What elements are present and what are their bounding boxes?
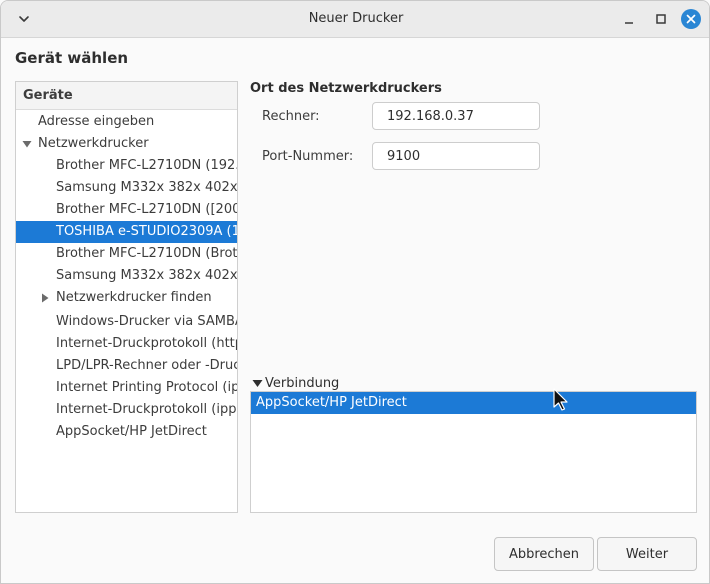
connection-label: Verbindung: [265, 376, 340, 391]
close-icon[interactable]: [681, 9, 701, 29]
tree-item[interactable]: Internet Printing Protocol (ipps): [16, 377, 237, 399]
cancel-button[interactable]: Abbrechen: [494, 537, 594, 571]
cancel-button-label: Abbrechen: [508, 547, 580, 562]
tree-item-label: Brother MFC-L2710DN ([2003:e1:d72b:2e00:…: [56, 202, 237, 217]
tree-item-label: Adresse eingeben: [38, 114, 155, 129]
tree-item[interactable]: Internet-Druckprotokoll (https): [16, 333, 237, 355]
tree-item[interactable]: Adresse eingeben: [16, 111, 237, 133]
tree-item-label: Netzwerkdrucker finden: [56, 290, 212, 305]
connection-item-label: AppSocket/HP JetDirect: [256, 395, 407, 410]
tree-item[interactable]: Samsung M332x 382x 402x (192.168.0.37): [16, 177, 237, 199]
tree-item-label: LPD/LPR-Rechner oder -Drucker: [56, 358, 237, 373]
tree-item-label: Windows-Drucker via SAMBA: [56, 314, 237, 329]
tree-item-label: AppSocket/HP JetDirect: [56, 424, 207, 439]
tree-item-label: Internet-Druckprotokoll (ipp): [56, 402, 237, 417]
new-printer-dialog: Neuer Drucker Gerät wählen Geräte Adress…: [0, 0, 710, 584]
tree-item-label: Internet-Druckprotokoll (https): [56, 336, 237, 351]
host-input-value: 192.168.0.37: [387, 109, 474, 124]
tree-item[interactable]: Brother MFC-L2710DN (192.168.0.37): [16, 155, 237, 177]
tree-item-label: Samsung M332x 382x 402x (SEC0000000000): [56, 268, 237, 283]
triangle-down-icon: [252, 380, 263, 387]
triangle-right-icon[interactable]: [40, 293, 50, 303]
tree-item[interactable]: TOSHIBA e-STUDIO2309A (192.168.0.37): [16, 221, 237, 243]
titlebar: Neuer Drucker: [1, 1, 709, 38]
next-button-label: Weiter: [625, 547, 669, 562]
port-input-value: 9100: [387, 149, 421, 164]
tree-item[interactable]: LPD/LPR-Rechner oder -Drucker: [16, 355, 237, 377]
minimize-icon[interactable]: [619, 9, 639, 29]
tree-item[interactable]: Windows-Drucker via SAMBA: [16, 311, 237, 333]
tree-item[interactable]: Internet-Druckprotokoll (ipp): [16, 399, 237, 421]
host-label: Rechner:: [262, 109, 320, 124]
mouse-pointer-icon: [552, 388, 570, 412]
tree-item[interactable]: AppSocket/HP JetDirect: [16, 421, 237, 443]
window-title: Neuer Drucker: [308, 11, 404, 26]
host-input[interactable]: 192.168.0.37: [372, 102, 540, 130]
port-input[interactable]: 9100: [372, 142, 540, 170]
tree-item[interactable]: Samsung M332x 382x 402x (SEC0000000000): [16, 265, 237, 287]
device-list[interactable]: Geräte Adresse eingeben Netzwerkdrucker Br…: [15, 81, 238, 513]
next-button[interactable]: Weiter: [597, 537, 697, 571]
tree-item[interactable]: Brother MFC-L2710DN ([2003:e1:d72b:2e00:…: [16, 199, 237, 221]
device-list-header-label: Geräte: [23, 88, 73, 103]
port-label: Port-Nummer:: [262, 149, 354, 164]
tree-group[interactable]: Netzwerkdrucker: [16, 133, 237, 155]
triangle-down-icon[interactable]: [22, 139, 32, 149]
tree-group[interactable]: Netzwerkdrucker finden: [16, 287, 237, 309]
tree-item-label: Samsung M332x 382x 402x (192.168.0.37): [56, 180, 237, 195]
tree-item-label: TOSHIBA e-STUDIO2309A (192.168.0.37): [56, 224, 237, 239]
dialog-title: Gerät wählen: [15, 49, 129, 67]
tree-item-label: Netzwerkdrucker: [38, 136, 149, 151]
tree-item-label: Internet Printing Protocol (ipps): [56, 380, 237, 395]
connection-item[interactable]: AppSocket/HP JetDirect: [251, 392, 696, 414]
device-list-header[interactable]: Geräte: [16, 82, 237, 110]
tree-item-label: Brother MFC-L2710DN (Brother MFC-L2710DN…: [56, 246, 237, 261]
network-printer-heading: Ort des Netzwerkdruckers: [250, 81, 442, 96]
tree-item[interactable]: Brother MFC-L2710DN (Brother MFC-L2710DN…: [16, 243, 237, 265]
connection-list[interactable]: AppSocket/HP JetDirect: [250, 391, 697, 513]
tree-item-label: Brother MFC-L2710DN (192.168.0.37): [56, 158, 237, 173]
maximize-icon[interactable]: [651, 9, 671, 29]
